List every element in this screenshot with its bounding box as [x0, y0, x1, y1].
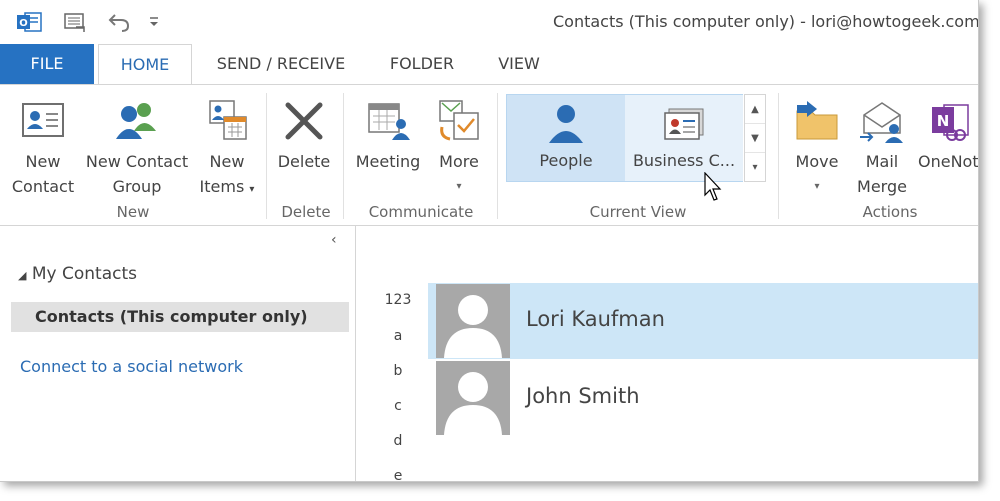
- avatar: [436, 284, 510, 358]
- move-label: Move: [795, 152, 839, 171]
- undo-icon[interactable]: [104, 8, 134, 36]
- index-123[interactable]: 123: [383, 292, 413, 308]
- view-business-card-label: Business C...: [632, 151, 736, 170]
- mail-merge-icon: [858, 93, 906, 149]
- contact-card-icon: [20, 93, 66, 149]
- tab-send-receive[interactable]: SEND / RECEIVE: [205, 44, 357, 84]
- new-contact-label-2: Contact: [11, 177, 75, 196]
- gallery-down-icon[interactable]: ▼: [745, 124, 765, 153]
- mouse-pointer-icon: [704, 171, 724, 206]
- contact-name: Lori Kaufman: [526, 307, 665, 331]
- more-button[interactable]: More ▾: [430, 93, 488, 199]
- send-receive-all-icon[interactable]: [60, 8, 90, 36]
- chevron-down-icon: ▾: [249, 184, 255, 195]
- new-items-label-2: Items ▾: [200, 174, 255, 202]
- new-items-label-1: New: [209, 152, 245, 171]
- outlook-icon[interactable]: O: [14, 8, 44, 36]
- delete-button[interactable]: Delete: [274, 93, 334, 174]
- tab-view[interactable]: VIEW: [486, 44, 552, 84]
- contact-name: John Smith: [526, 384, 640, 408]
- onenote-icon: N: [916, 93, 970, 149]
- onenote-button[interactable]: N OneNote: [916, 93, 979, 174]
- meeting-button[interactable]: Meeting: [350, 93, 426, 174]
- contact-row[interactable]: Lori Kaufman: [428, 283, 978, 359]
- group-label-delete: Delete: [281, 203, 331, 221]
- current-view-gallery: People Business C...: [506, 94, 743, 182]
- delete-label: Delete: [277, 152, 331, 171]
- folder-contacts-this-computer[interactable]: Contacts (This computer only): [11, 302, 349, 332]
- navigation-pane: ‹ ◢ My Contacts Contacts (This computer …: [0, 226, 356, 481]
- new-contact-label-1: New: [25, 152, 61, 171]
- group-label-communicate: Communicate: [368, 203, 474, 221]
- business-card-icon: [661, 95, 707, 151]
- tab-folder[interactable]: FOLDER: [372, 44, 472, 84]
- title-bar: O Contacts (This computer only) - lori@h…: [0, 0, 978, 44]
- ribbon: New Contact New Contact Group New Items …: [0, 84, 978, 226]
- delete-x-icon: [282, 93, 326, 149]
- contact-row[interactable]: John Smith: [428, 360, 978, 436]
- new-items-label-text: Items: [199, 177, 245, 196]
- contact-group-icon: [112, 93, 162, 149]
- tab-file[interactable]: FILE: [0, 44, 94, 84]
- new-contact-group-label-2: Group: [112, 177, 162, 196]
- collapse-pane-icon[interactable]: ‹: [331, 232, 337, 248]
- outlook-window: O Contacts (This computer only) - lori@h…: [0, 0, 979, 482]
- gallery-up-icon[interactable]: ▲: [745, 95, 765, 124]
- meeting-label: Meeting: [355, 152, 421, 171]
- index-a[interactable]: a: [383, 328, 413, 344]
- move-button[interactable]: Move ▾: [786, 93, 848, 199]
- more-label: More: [439, 152, 479, 171]
- more-communicate-icon: [436, 93, 482, 149]
- index-e[interactable]: e: [383, 468, 413, 481]
- move-folder-icon: [793, 93, 841, 149]
- tab-home[interactable]: HOME: [98, 44, 192, 85]
- index-b[interactable]: b: [383, 363, 413, 379]
- new-items-button[interactable]: New Items ▾: [196, 93, 258, 202]
- my-contacts-header[interactable]: ◢ My Contacts: [18, 264, 137, 284]
- gallery-scroll[interactable]: ▲ ▼ ▾: [744, 94, 766, 182]
- people-icon: [546, 95, 586, 151]
- group-separator: [497, 93, 498, 219]
- chevron-down-icon: ▾: [814, 181, 820, 192]
- svg-text:O: O: [19, 18, 28, 29]
- group-separator: [266, 93, 267, 219]
- ribbon-tabs: FILE HOME SEND / RECEIVE FOLDER VIEW: [0, 44, 978, 85]
- new-contact-group-label-1: New Contact: [85, 152, 189, 171]
- chevron-down-icon: ▾: [456, 181, 462, 192]
- window-title: Contacts (This computer only) - lori@how…: [553, 12, 979, 31]
- group-label-new: New: [116, 203, 150, 221]
- connect-social-network-link[interactable]: Connect to a social network: [20, 357, 243, 376]
- group-label-actions: Actions: [862, 203, 918, 221]
- svg-text:N: N: [937, 112, 950, 130]
- index-c[interactable]: c: [383, 398, 413, 414]
- index-d[interactable]: d: [383, 433, 413, 449]
- onenote-label: OneNote: [918, 152, 979, 171]
- view-people[interactable]: People: [507, 95, 625, 181]
- new-items-icon: [204, 93, 250, 149]
- view-people-label: People: [539, 151, 593, 170]
- new-contact-button[interactable]: New Contact: [6, 93, 80, 199]
- my-contacts-label: My Contacts: [31, 264, 138, 284]
- gallery-expand-icon[interactable]: ▾: [745, 153, 765, 182]
- avatar: [436, 361, 510, 435]
- group-label-current-view: Current View: [589, 203, 687, 221]
- new-contact-group-button[interactable]: New Contact Group: [82, 93, 192, 199]
- mail-merge-label-1: Mail: [865, 152, 899, 171]
- mail-merge-button[interactable]: Mail Merge: [850, 93, 914, 199]
- view-business-card[interactable]: Business C...: [625, 95, 743, 181]
- mail-merge-label-2: Merge: [857, 177, 907, 196]
- group-separator: [343, 93, 344, 219]
- expand-triangle-icon: ◢: [18, 269, 27, 282]
- customize-qat-icon[interactable]: [142, 8, 166, 36]
- meeting-icon: [365, 93, 411, 149]
- group-separator: [778, 93, 779, 219]
